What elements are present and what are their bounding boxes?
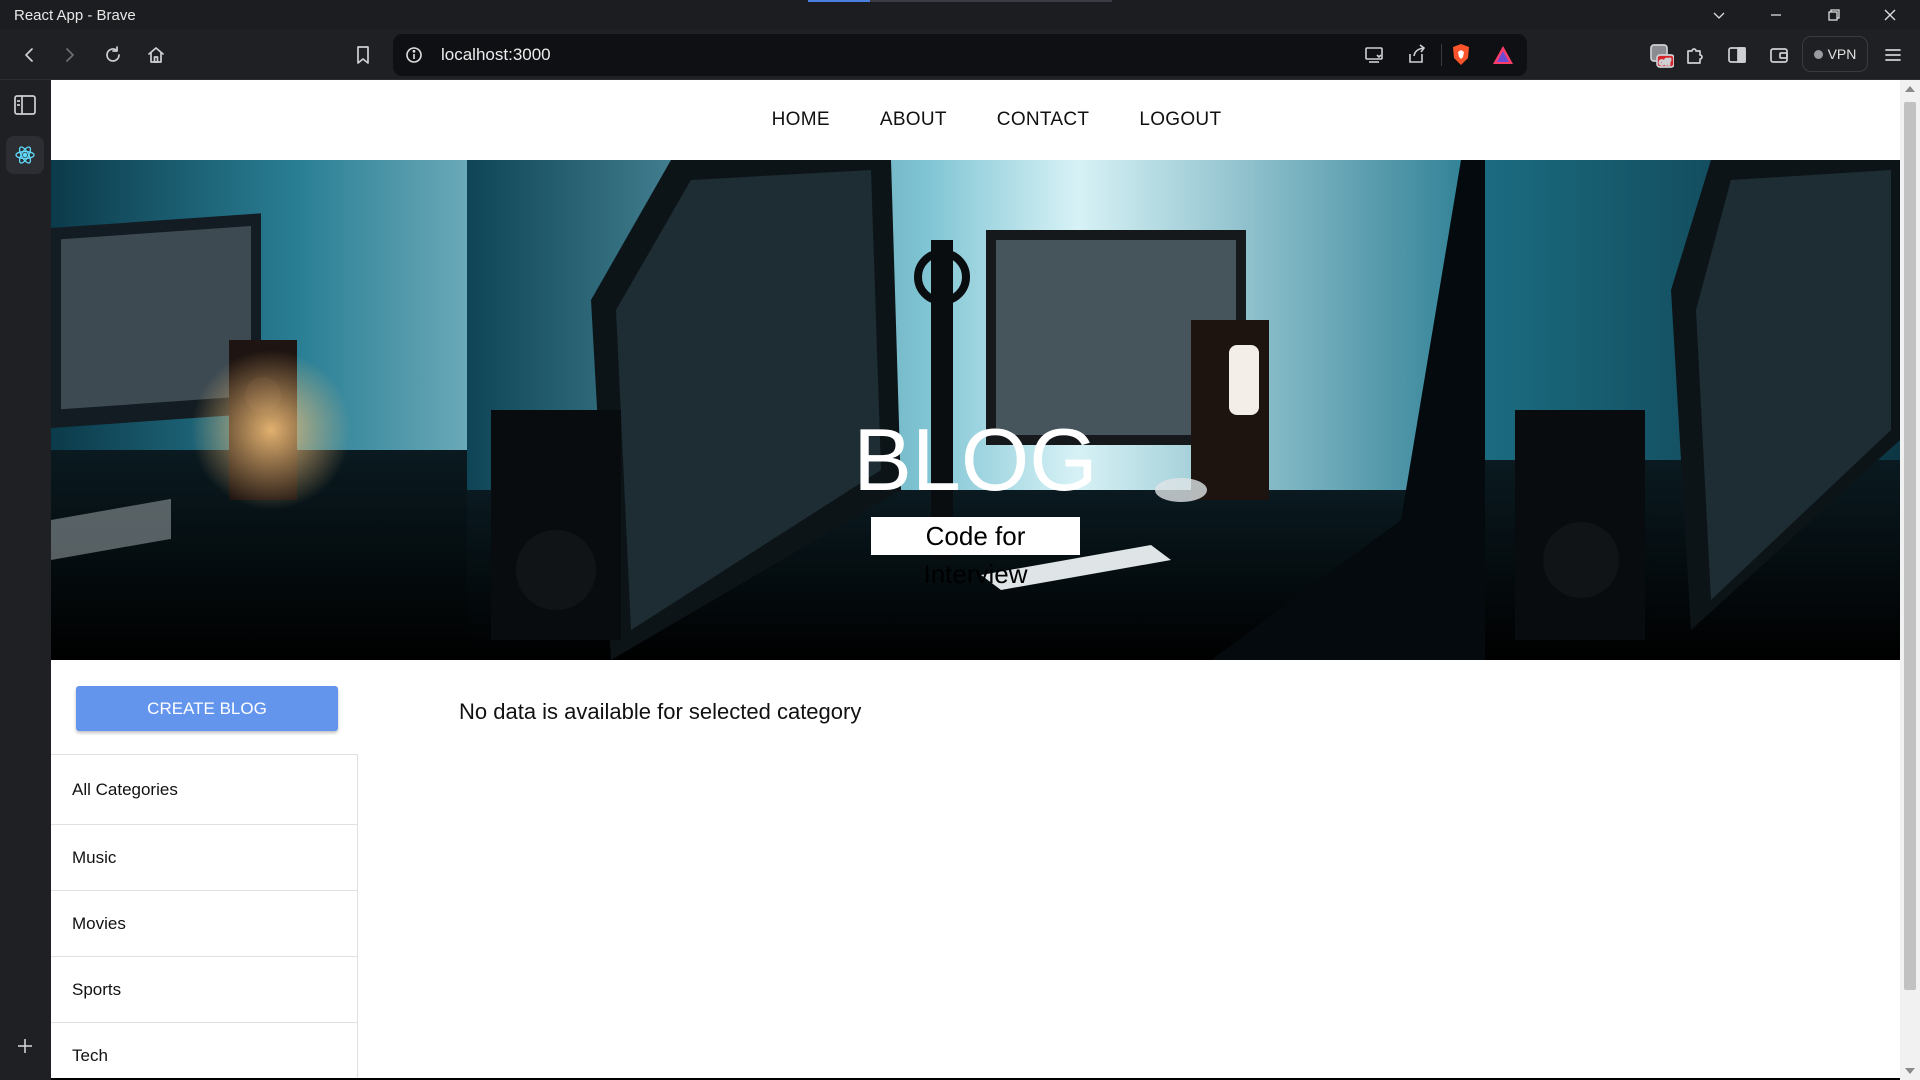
extension-off-icon[interactable]: off — [1644, 38, 1678, 72]
close-window-button[interactable] — [1869, 0, 1911, 29]
window-titlebar: React App - Brave — [0, 0, 1920, 29]
hero-subtitle: Code for Interview — [871, 517, 1080, 589]
page-viewport: HOME ABOUT CONTACT LOGOUT BLOG Code for … — [51, 80, 1900, 1078]
reload-icon[interactable] — [96, 38, 130, 72]
category-sports[interactable]: Sports — [51, 957, 357, 1023]
site-info-icon[interactable] — [405, 46, 423, 69]
browser-toolbar: localhost:3000 off VPN — [0, 29, 1920, 80]
tab-search-icon[interactable] — [1698, 0, 1740, 29]
category-list: All Categories Music Movies Sports Tech — [51, 754, 358, 1078]
restore-button[interactable] — [1813, 0, 1855, 29]
extension-badge: off — [1659, 57, 1671, 67]
menu-icon[interactable] — [1876, 38, 1910, 72]
minimize-button[interactable] — [1755, 0, 1797, 29]
sidebar-toggle-icon[interactable] — [1720, 38, 1754, 72]
create-blog-button[interactable]: CREATE BLOG — [76, 686, 338, 731]
category-all[interactable]: All Categories — [51, 755, 357, 825]
share-icon[interactable] — [1406, 44, 1428, 71]
url-text: localhost:3000 — [441, 45, 551, 64]
empty-state-message: No data is available for selected catego… — [459, 699, 862, 724]
nav-logout-link[interactable]: LOGOUT — [1139, 109, 1221, 131]
bookmark-icon[interactable] — [346, 38, 380, 72]
top-navigation: HOME ABOUT CONTACT LOGOUT — [51, 80, 1900, 160]
vpn-label: VPN — [1827, 46, 1857, 62]
scroll-up-icon[interactable] — [1905, 86, 1915, 92]
window-title: React App - Brave — [14, 7, 136, 24]
scrollbar-thumb[interactable] — [1904, 102, 1916, 990]
home-icon[interactable] — [139, 38, 173, 72]
side-panel-toggle-icon[interactable] — [12, 92, 38, 123]
back-icon[interactable] — [12, 38, 46, 72]
extensions-icon[interactable] — [1678, 38, 1712, 72]
scroll-down-icon[interactable] — [1905, 1068, 1915, 1074]
add-panel-icon[interactable] — [15, 1036, 35, 1061]
address-bar[interactable]: localhost:3000 — [393, 34, 1527, 76]
brave-rewards-icon[interactable] — [1492, 45, 1514, 70]
brave-shields-icon[interactable] — [1450, 43, 1472, 72]
vpn-status-icon — [1813, 49, 1823, 59]
category-tech[interactable]: Tech — [51, 1023, 357, 1078]
category-music[interactable]: Music — [51, 825, 357, 891]
hero-banner: BLOG Code for Interview — [51, 160, 1900, 660]
page-scrollbar[interactable] — [1900, 80, 1920, 1080]
react-devtools-icon[interactable] — [6, 136, 44, 174]
nav-home-link[interactable]: HOME — [772, 109, 830, 131]
nav-contact-link[interactable]: CONTACT — [997, 109, 1090, 131]
cast-icon[interactable] — [1364, 45, 1386, 70]
vpn-button[interactable]: VPN — [1802, 36, 1868, 72]
tab-strip-indicator — [808, 0, 1112, 2]
forward-icon[interactable] — [53, 38, 87, 72]
wallet-icon[interactable] — [1762, 38, 1796, 72]
browser-side-panel — [0, 80, 51, 1080]
category-movies[interactable]: Movies — [51, 891, 357, 957]
hero-title: BLOG — [853, 410, 1098, 509]
nav-about-link[interactable]: ABOUT — [880, 109, 947, 131]
